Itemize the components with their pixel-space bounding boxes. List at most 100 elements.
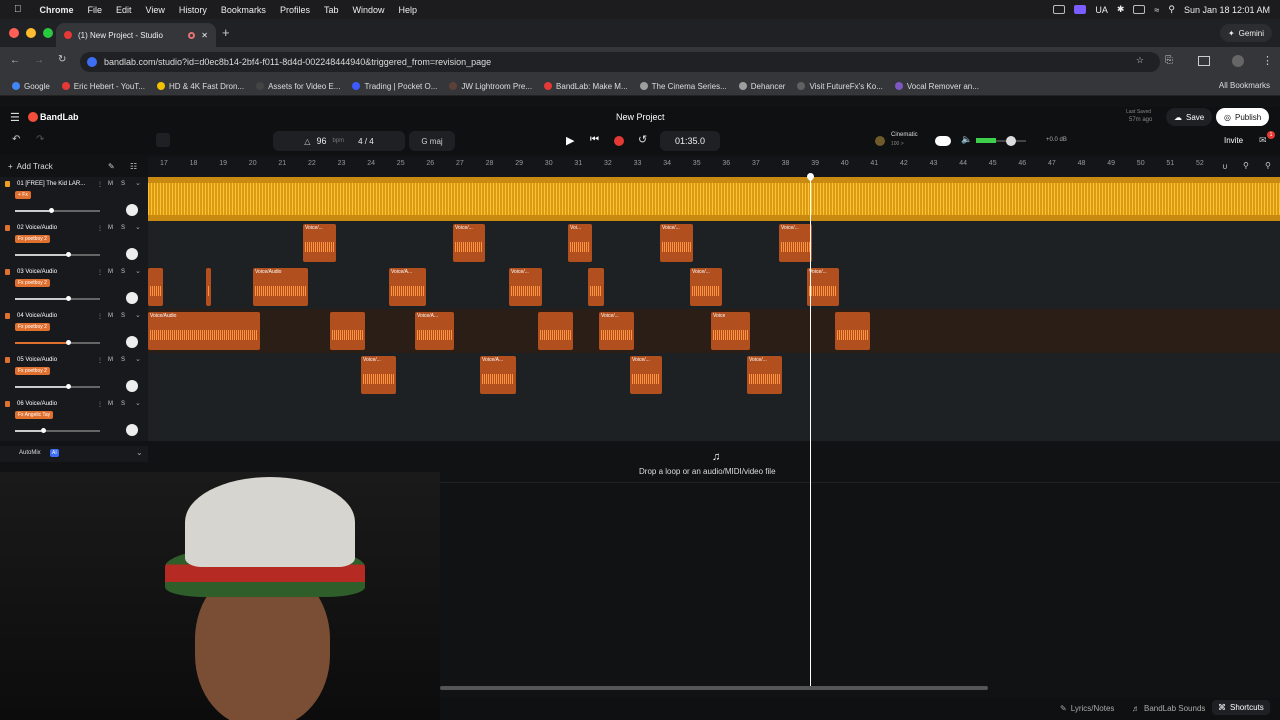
- track-volume-slider[interactable]: [15, 252, 100, 257]
- master-volume-slider[interactable]: [976, 136, 1026, 146]
- tab-close-icon[interactable]: ✕: [201, 31, 208, 40]
- menu-view[interactable]: View: [146, 5, 165, 15]
- audio-clip[interactable]: Voice/A...: [415, 312, 454, 350]
- audio-clip[interactable]: Voice/...: [747, 356, 782, 394]
- automix-row[interactable]: AutoMix AI ⌄: [0, 446, 148, 462]
- loop-icon[interactable]: ↺: [638, 133, 647, 146]
- track-volume-thumb[interactable]: [40, 428, 46, 433]
- apple-icon[interactable]: : [14, 4, 22, 15]
- audio-clip[interactable]: Voice/A...: [389, 268, 426, 306]
- audio-clip[interactable]: Voice/...: [361, 356, 396, 394]
- track-name[interactable]: 04 Voice/Audio: [17, 313, 57, 319]
- solo-button[interactable]: S: [121, 225, 125, 231]
- track-volume-thumb[interactable]: [66, 384, 71, 389]
- bookmark-item[interactable]: Visit FutureFx's Ko...: [797, 82, 883, 91]
- mute-button[interactable]: M: [108, 401, 113, 407]
- track-pan-knob[interactable]: [126, 248, 138, 260]
- redo-icon[interactable]: ↷: [36, 134, 44, 145]
- solo-button[interactable]: S: [121, 313, 125, 319]
- audio-clip[interactable]: Voice/...: [690, 268, 722, 306]
- save-button[interactable]: ☁ Save: [1166, 108, 1213, 126]
- mute-button[interactable]: M: [108, 225, 113, 231]
- solo-button[interactable]: S: [121, 181, 125, 187]
- window-minimize-button[interactable]: [26, 28, 36, 38]
- track-pan-knob[interactable]: [126, 292, 138, 304]
- track-volume-slider[interactable]: [15, 296, 100, 301]
- audio-clip[interactable]: Voice/...: [453, 224, 485, 262]
- bookmark-item[interactable]: JW Lightroom Pre...: [449, 82, 532, 91]
- audio-clip[interactable]: Voice/...: [630, 356, 662, 394]
- track-options-icon[interactable]: ⋮: [97, 225, 103, 232]
- zoom-out-icon[interactable]: ⚲: [1243, 161, 1249, 170]
- track-expand-chevron-icon[interactable]: ⌄: [135, 223, 141, 231]
- window-zoom-button[interactable]: [43, 28, 53, 38]
- audio-clip[interactable]: Voice/Audio: [253, 268, 308, 306]
- track-fx-label[interactable]: Fx Angelic Tay: [15, 411, 54, 419]
- track-name[interactable]: 01 [FREE] The Kid LAR...: [17, 181, 85, 187]
- track-fx-label[interactable]: Fx poetboy 2: [15, 367, 50, 375]
- solo-button[interactable]: S: [121, 357, 125, 363]
- track-fx-label[interactable]: Fx poetboy 2: [15, 235, 50, 243]
- bookmark-star-icon[interactable]: ☆: [1136, 55, 1144, 66]
- chrome-menu-icon[interactable]: ⋮: [1262, 54, 1273, 67]
- track-expand-chevron-icon[interactable]: ⌄: [135, 179, 141, 187]
- track-lane[interactable]: Voice/Audio Voice/A... Voice/... Voice/... V…: [148, 265, 1280, 309]
- bluetooth-icon[interactable]: ✱: [1117, 4, 1125, 15]
- menubar-datetime[interactable]: Sun Jan 18 12:01 AM: [1184, 5, 1270, 15]
- audio-clip[interactable]: Voice/...: [660, 224, 693, 262]
- track-options-icon[interactable]: ⋮: [97, 269, 103, 276]
- audio-clip[interactable]: Voice/...: [599, 312, 634, 350]
- audio-clip[interactable]: Voice/...: [509, 268, 542, 306]
- zoom-in-icon[interactable]: ⚲: [1265, 161, 1271, 170]
- track-lane[interactable]: [148, 397, 1280, 441]
- menu-app-name[interactable]: Chrome: [40, 5, 74, 15]
- track-pan-knob[interactable]: [126, 380, 138, 392]
- track-volume-thumb[interactable]: [66, 296, 71, 301]
- beat-waveform[interactable]: [148, 183, 1280, 215]
- bookmark-item[interactable]: HD & 4K Fast Dron...: [156, 82, 244, 91]
- site-info-icon[interactable]: [87, 57, 97, 67]
- audio-clip[interactable]: Voice/Audio: [148, 312, 260, 350]
- browser-tab-active[interactable]: (1) New Project - Studio ✕: [56, 23, 216, 47]
- preset-toggle[interactable]: [935, 136, 951, 146]
- forward-icon[interactable]: →: [34, 55, 44, 66]
- play-icon[interactable]: ▶: [566, 134, 574, 147]
- audio-clip[interactable]: [835, 312, 870, 350]
- reload-icon[interactable]: ↻: [58, 54, 66, 65]
- wifi-icon[interactable]: ≈: [1154, 5, 1159, 15]
- track-expand-chevron-icon[interactable]: ⌄: [135, 355, 141, 363]
- grid-toggle-icon[interactable]: [156, 133, 170, 147]
- mute-button[interactable]: M: [108, 313, 113, 319]
- invite-button[interactable]: Invite: [1224, 136, 1243, 145]
- chevron-down-icon[interactable]: ⌄: [136, 448, 143, 457]
- mute-button[interactable]: M: [108, 357, 113, 363]
- track-fx-label[interactable]: Fx poetboy 2: [15, 323, 50, 331]
- track-expand-chevron-icon[interactable]: ⌄: [135, 311, 141, 319]
- track-name[interactable]: 06 Voice/Audio: [17, 401, 57, 407]
- speaker-icon[interactable]: 🔈: [961, 134, 972, 145]
- notification-bell-icon[interactable]: ✉: [1259, 135, 1267, 146]
- preset-sub[interactable]: 100 >: [891, 141, 904, 147]
- bandlab-sounds-button[interactable]: ♬ BandLab Sounds: [1132, 704, 1205, 713]
- track-header[interactable]: 01 [FREE] The Kid LAR...01+ Fx⋮MS⌄: [0, 177, 148, 221]
- lyrics-notes-button[interactable]: ✎ Lyrics/Notes: [1060, 704, 1114, 713]
- back-icon[interactable]: ←: [10, 55, 20, 66]
- magnet-icon[interactable]: ∪: [1222, 162, 1228, 171]
- key-select[interactable]: G maj: [409, 131, 455, 151]
- audio-clip[interactable]: [538, 312, 573, 350]
- track-volume-slider[interactable]: [15, 208, 100, 213]
- audio-clip[interactable]: Voi...: [568, 224, 592, 262]
- metronome-icon[interactable]: △: [304, 137, 310, 146]
- add-track-button[interactable]: + Add Track: [8, 162, 53, 171]
- track-settings-icon[interactable]: ☷: [130, 162, 137, 171]
- bookmark-item[interactable]: Dehancer: [738, 82, 785, 91]
- shortcuts-button[interactable]: ⌘ Shortcuts: [1212, 700, 1270, 715]
- bookmark-item[interactable]: Vocal Remover an...: [894, 82, 979, 91]
- track-name[interactable]: 03 Voice/Audio: [17, 269, 57, 275]
- track-volume-thumb[interactable]: [66, 252, 71, 257]
- gemini-button[interactable]: ✦ Gemini: [1219, 24, 1272, 42]
- track-header[interactable]: 05 Voice/Audio05Fx poetboy 2⋮MS⌄: [0, 353, 148, 397]
- locale-label[interactable]: UA: [1095, 5, 1108, 15]
- time-signature[interactable]: 4 / 4: [358, 137, 374, 146]
- search-icon[interactable]: ⚲: [1168, 4, 1175, 15]
